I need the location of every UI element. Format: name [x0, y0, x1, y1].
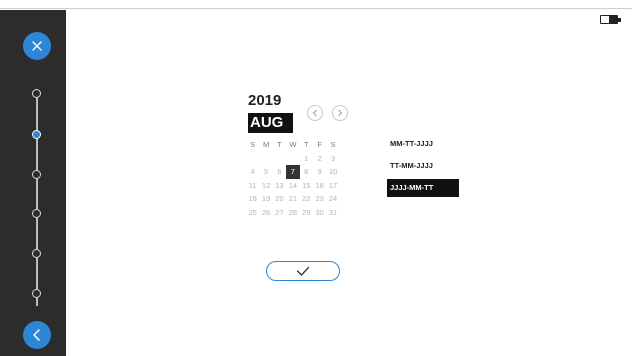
calendar-day[interactable]: 28	[286, 206, 299, 220]
calendar-week-row: 4 5 6 7 8 9 10	[246, 165, 350, 179]
battery-icon	[600, 15, 621, 24]
calendar-day[interactable]: 29	[300, 206, 313, 220]
step-indicator-1	[32, 89, 41, 98]
format-option-selected[interactable]: JJJJ-MM-TT	[387, 179, 459, 197]
calendar-day[interactable]: 20	[273, 192, 286, 206]
close-icon	[32, 41, 42, 51]
progress-timeline	[36, 94, 38, 306]
step-indicator-6	[32, 289, 41, 298]
calendar-day[interactable]: 30	[313, 206, 326, 220]
calendar-week-row: 11 12 13 14 15 16 17	[246, 179, 350, 193]
calendar-day[interactable]: 19	[259, 192, 272, 206]
calendar-day[interactable]: 8	[300, 165, 313, 179]
step-indicator-2	[32, 130, 41, 139]
calendar-day[interactable]: 10	[326, 165, 339, 179]
calendar-day[interactable]: 13	[273, 179, 286, 193]
chevron-right-icon	[338, 109, 343, 117]
next-month-button[interactable]	[332, 105, 348, 121]
calendar-grid: SMTWTFS 1 2 3 4 5 6 7 8 9 10 11 12 13 14 15 16 17 18 19 20 2…	[246, 138, 350, 219]
calendar-day[interactable]: 15	[300, 179, 313, 193]
calendar-day	[286, 152, 299, 166]
calendar-day	[246, 152, 259, 166]
step-indicator-3	[32, 170, 41, 179]
calendar-day[interactable]: 24	[326, 192, 339, 206]
calendar-day[interactable]: 12	[259, 179, 272, 193]
month-label[interactable]: AUG	[248, 113, 293, 133]
calendar-week-row: 18 19 20 21 22 23 24	[246, 192, 350, 206]
calendar-day[interactable]: 5	[259, 165, 272, 179]
weekday-label: T	[303, 140, 309, 149]
weekday-label: S	[250, 140, 256, 149]
calendar-day[interactable]: 9	[313, 165, 326, 179]
sidebar	[0, 10, 66, 356]
calendar-day[interactable]: 1	[300, 152, 313, 166]
calendar-day[interactable]: 4	[246, 165, 259, 179]
weekday-label: S	[330, 140, 336, 149]
calendar-day[interactable]: 31	[326, 206, 339, 220]
weekday-label: F	[317, 140, 322, 149]
calendar-day[interactable]: 3	[326, 152, 339, 166]
prev-month-button[interactable]	[307, 105, 323, 121]
year-label: 2019	[248, 92, 282, 109]
step-indicator-5	[32, 249, 41, 258]
calendar-day[interactable]: 26	[259, 206, 272, 220]
calendar-day[interactable]: 18	[246, 192, 259, 206]
weekday-label: W	[289, 140, 297, 149]
step-indicator-4	[32, 209, 41, 218]
calendar-week-row: 25 26 27 28 29 30 31	[246, 206, 350, 220]
calendar-day-selected[interactable]: 7	[286, 165, 300, 179]
calendar-day[interactable]: 14	[286, 179, 299, 193]
calendar-day[interactable]: 17	[326, 179, 339, 193]
calendar-day[interactable]: 25	[246, 206, 259, 220]
chevron-left-icon	[312, 109, 317, 117]
format-option[interactable]: MM-TT-JJJJ	[387, 135, 459, 153]
chevron-left-icon	[33, 329, 40, 341]
calendar-day[interactable]: 6	[273, 165, 286, 179]
calendar-week-row: 123	[246, 152, 350, 166]
close-button[interactable]	[23, 32, 51, 60]
back-button[interactable]	[23, 321, 51, 349]
weekday-header: SMTWTFS	[246, 138, 350, 152]
calendar-day	[259, 152, 272, 166]
format-option[interactable]: TT-MM-JJJJ	[387, 157, 459, 175]
calendar-day	[273, 152, 286, 166]
calendar-day[interactable]: 2	[313, 152, 326, 166]
confirm-button[interactable]	[266, 261, 340, 281]
weekday-label: M	[262, 140, 270, 149]
window-top-border	[0, 0, 632, 9]
calendar-day[interactable]: 27	[273, 206, 286, 220]
calendar-day[interactable]: 11	[246, 179, 259, 193]
checkmark-icon	[296, 266, 310, 276]
date-format-list: MM-TT-JJJJ TT-MM-JJJJ JJJJ-MM-TT	[387, 135, 459, 201]
calendar-day[interactable]: 21	[286, 192, 299, 206]
calendar-day[interactable]: 16	[313, 179, 326, 193]
weekday-label: T	[277, 140, 282, 149]
calendar-day[interactable]: 22	[300, 192, 313, 206]
calendar-day[interactable]: 23	[313, 192, 326, 206]
